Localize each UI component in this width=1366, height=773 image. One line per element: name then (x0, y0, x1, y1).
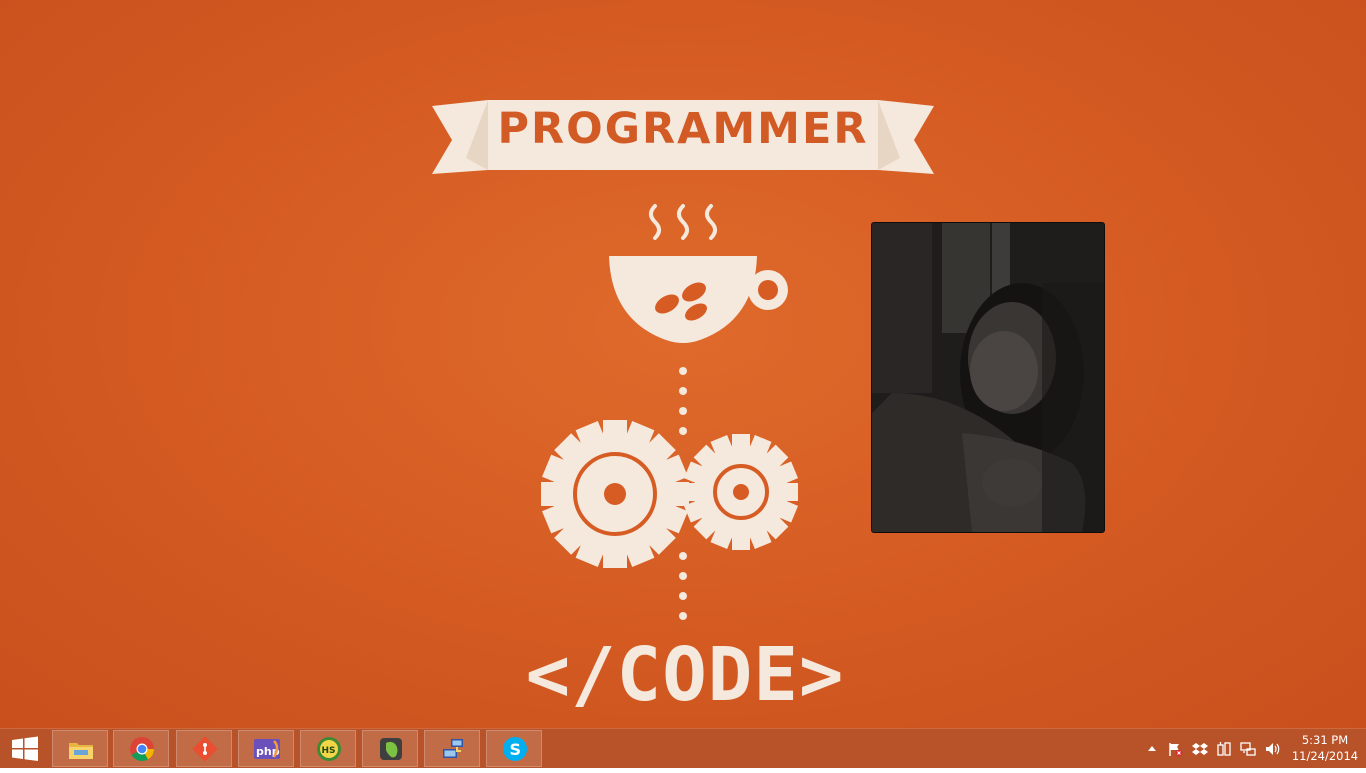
coffee-cup-icon (609, 256, 788, 343)
taskbar-skype[interactable]: S (486, 730, 542, 767)
svg-text:HS: HS (322, 746, 336, 756)
taskbar-heidisql[interactable]: HS (300, 730, 356, 767)
php-icon: php (254, 739, 280, 759)
code-title: </CODE> (525, 632, 845, 718)
dropbox-icon[interactable] (1192, 741, 1208, 757)
skype-icon: S (503, 737, 527, 761)
banner-title: PROGRAMMER (497, 104, 869, 154)
volume-icon[interactable] (1264, 741, 1280, 757)
show-hidden-icons-arrow[interactable] (1144, 741, 1160, 757)
taskbar-phpstorm[interactable]: php (238, 730, 294, 767)
clock-date: 11/24/2014 (1291, 749, 1359, 763)
webcam-video-feed (872, 223, 1104, 532)
taskbar-chrome[interactable] (113, 730, 169, 767)
network-icon[interactable] (1240, 741, 1256, 757)
taskbar-remote-desktop[interactable] (424, 730, 480, 767)
git-icon (192, 736, 218, 762)
taskbar-evernote[interactable] (362, 730, 418, 767)
webcam-video-window[interactable] (871, 222, 1105, 533)
action-center-flag-icon[interactable] (1167, 741, 1183, 757)
large-gear-icon (541, 420, 689, 568)
steam-lines (649, 204, 717, 240)
folder-icon (69, 743, 93, 759)
device-icon[interactable] (1216, 741, 1232, 757)
windows-logo-icon (12, 736, 38, 761)
taskbar-git[interactable] (176, 730, 232, 767)
taskbar-file-explorer[interactable] (52, 730, 108, 767)
desktop-wallpaper: PROGRAMMER </CODE> (0, 0, 1366, 728)
evernote-icon (380, 738, 402, 760)
clock-time: 5:31 PM (1301, 733, 1349, 747)
chrome-icon (130, 737, 154, 762)
hs-icon: HS (317, 737, 341, 761)
svg-text:S: S (510, 740, 522, 759)
taskbar-clock[interactable]: 5:31 PM 11/24/2014 (1290, 732, 1360, 764)
taskbar: php HS S 5:31 PM 11/24/2014 (0, 728, 1366, 768)
start-button[interactable] (0, 729, 50, 768)
network-computer-icon (443, 739, 463, 758)
small-gear-icon (683, 434, 799, 550)
